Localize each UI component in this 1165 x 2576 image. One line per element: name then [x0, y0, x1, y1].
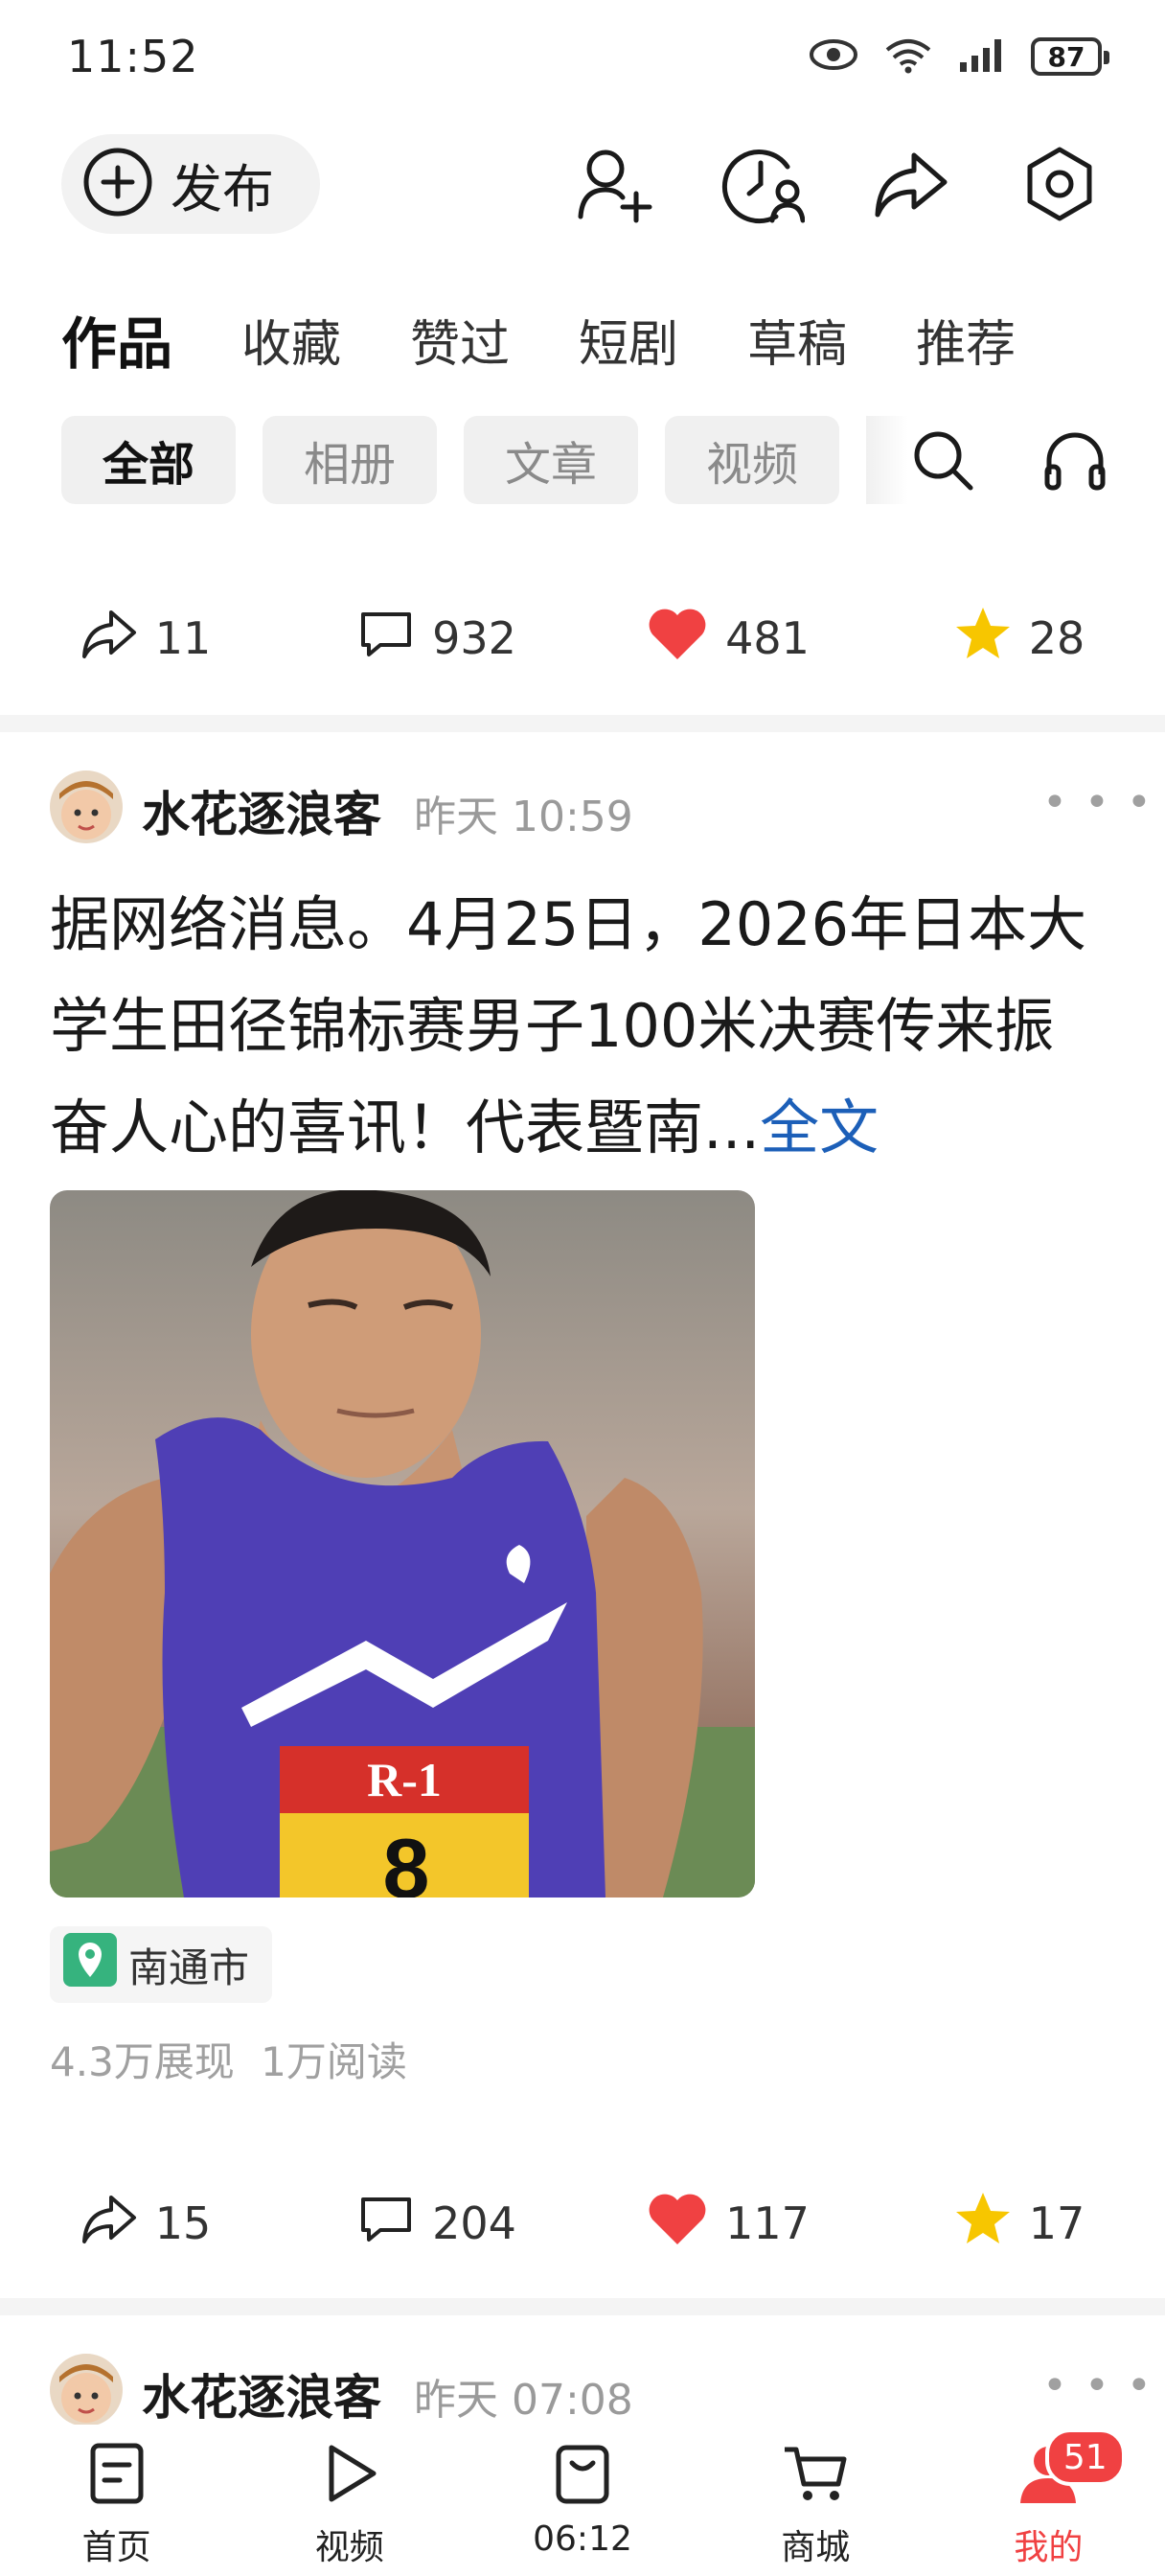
chip-all[interactable]: 全部 [61, 416, 236, 504]
location-pin-icon [63, 1933, 117, 1996]
chip-article[interactable]: 文章 [464, 416, 638, 504]
bottom-nav: 首页 视频 06:12 商城 我的 51 [0, 2425, 1165, 2576]
headphones-icon[interactable] [1031, 416, 1119, 504]
nav-video[interactable]: 视频 [233, 2425, 466, 2576]
cart-icon [781, 2442, 850, 2514]
tab-favorites[interactable]: 收藏 [241, 304, 341, 376]
avatar[interactable] [50, 770, 123, 843]
status-time: 11:52 [67, 31, 199, 82]
battery-icon: 87 [1031, 37, 1109, 76]
favorite-stat[interactable]: 17 [874, 2175, 1165, 2271]
favorite-count: 17 [1028, 2197, 1085, 2249]
comment-icon [357, 607, 415, 671]
location-name: 南通市 [128, 1944, 250, 1991]
share-stat[interactable]: 11 [0, 590, 291, 686]
svg-text:R-1: R-1 [367, 1753, 442, 1806]
nav-video-label: 视频 [314, 2528, 384, 2567]
home-doc-icon [87, 2442, 147, 2514]
play-icon [320, 2442, 379, 2514]
signal-icon [958, 35, 1006, 78]
post-stats: 15 204 117 17 [0, 2175, 1165, 2271]
tab-recommend[interactable]: 推荐 [916, 304, 1016, 376]
plus-circle-icon [82, 147, 153, 221]
tab-liked[interactable]: 赞过 [410, 304, 510, 376]
author-name[interactable]: 水花逐浪客 [142, 776, 381, 845]
tab-short-drama[interactable]: 短剧 [579, 304, 678, 376]
more-options-icon[interactable]: • • • [1042, 2361, 1154, 2410]
publish-button[interactable]: 发布 [61, 134, 320, 234]
chip-album[interactable]: 相册 [263, 416, 437, 504]
status-icons: 87 [809, 34, 1109, 79]
comment-icon [357, 2192, 415, 2256]
comment-stat[interactable]: 204 [291, 2175, 582, 2271]
prev-post-stats: 11 932 481 28 [0, 590, 1165, 686]
author-name[interactable]: 水花逐浪客 [142, 2359, 381, 2428]
post-image[interactable]: R-1 8 [50, 1190, 755, 1898]
section-divider [0, 715, 1165, 732]
publish-label: 发布 [171, 158, 274, 219]
bag-icon [553, 2442, 612, 2514]
star-icon [954, 2191, 1012, 2257]
notification-badge: 51 [1044, 2428, 1126, 2486]
full-text-link[interactable]: 全文 [760, 1092, 879, 1162]
share-count: 11 [154, 612, 212, 664]
tab-drafts[interactable]: 草稿 [747, 304, 847, 376]
nav-mine-label: 我的 [1014, 2528, 1084, 2567]
location-tag[interactable]: 南通市 [50, 1926, 273, 2003]
avatar[interactable] [50, 2354, 123, 2426]
like-count: 481 [725, 612, 810, 664]
chip-video[interactable]: 视频 [665, 416, 839, 504]
post-text[interactable]: 据网络消息。4月25日，2026年日本大学生田径锦标赛男子100米决赛传来振奋人… [50, 874, 1113, 1179]
bib-number: 8 [383, 1821, 430, 1898]
nav-mine[interactable]: 我的 51 [932, 2425, 1165, 2576]
like-stat[interactable]: 481 [582, 590, 874, 686]
share-stat[interactable]: 15 [0, 2175, 291, 2271]
post-body: 据网络消息。4月25日，2026年日本大学生田径锦标赛男子100米决赛传来振奋人… [50, 889, 1087, 1162]
add-friend-icon[interactable] [565, 134, 665, 234]
share-count: 15 [154, 2197, 212, 2249]
post-time: 昨天 10:59 [414, 793, 633, 841]
history-icon[interactable] [713, 134, 812, 234]
comment-count: 932 [432, 612, 516, 664]
share-icon [80, 2192, 138, 2256]
tab-works[interactable]: 作品 [61, 299, 172, 380]
heart-icon [647, 606, 708, 672]
nav-mini[interactable]: 06:12 [466, 2425, 698, 2576]
heart-icon [647, 2191, 708, 2257]
content-tabs: 作品 收藏 赞过 短剧 草稿 推荐 [61, 299, 1016, 380]
nav-home-label: 首页 [81, 2528, 151, 2567]
nav-home[interactable]: 首页 [0, 2425, 233, 2576]
share-icon[interactable] [860, 134, 960, 234]
share-icon [80, 607, 138, 671]
view-stats: 4.3万展现 1万阅读 [50, 2038, 407, 2085]
wifi-icon [883, 34, 933, 79]
like-count: 117 [725, 2197, 810, 2249]
comment-stat[interactable]: 932 [291, 590, 582, 686]
settings-icon[interactable] [1010, 134, 1109, 234]
more-options-icon[interactable]: • • • [1042, 778, 1154, 827]
nav-mall-label: 商城 [781, 2528, 851, 2567]
nav-mall[interactable]: 商城 [699, 2425, 932, 2576]
favorite-count: 28 [1028, 612, 1085, 664]
search-icon[interactable] [899, 416, 987, 504]
section-divider [0, 2298, 1165, 2315]
star-icon [954, 606, 1012, 672]
nav-mini-label: 06:12 [533, 2519, 632, 2559]
like-stat[interactable]: 117 [582, 2175, 874, 2271]
favorite-stat[interactable]: 28 [874, 590, 1165, 686]
eye-icon [809, 37, 858, 76]
post-time: 昨天 07:08 [414, 2376, 633, 2425]
comment-count: 204 [432, 2197, 516, 2249]
filter-chips: 全部 相册 文章 视频 [61, 416, 839, 504]
